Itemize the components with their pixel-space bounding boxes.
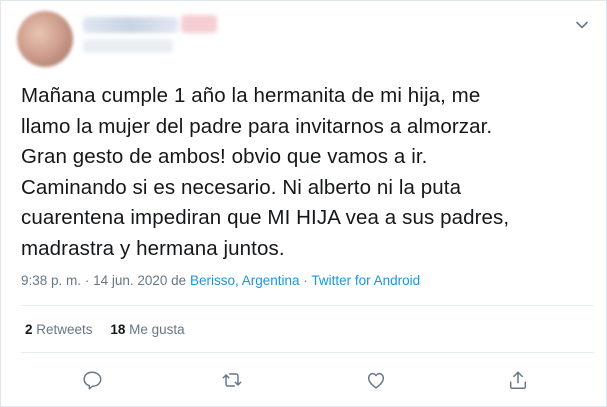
meta-separator: · [84, 273, 90, 288]
heart-icon[interactable] [365, 369, 389, 393]
tweet-text-line: llamo la mujer del padre para invitarnos… [21, 114, 493, 138]
tweet-stats: 2 Retweets 18 Me gusta [25, 322, 185, 337]
likes-count: 18 [110, 322, 126, 337]
location-link[interactable]: Berisso, Argentina [190, 273, 300, 288]
tweet-text-line: Gran gesto de ambos! obvio que vamos a i… [21, 145, 428, 168]
tweet-text-line: Mañana cumple 1 año la hermanita de mi h… [21, 84, 481, 107]
location-prefix: de [171, 273, 187, 288]
tweet-actions [1, 369, 607, 393]
divider [21, 352, 594, 353]
tweet-date[interactable]: 14 jun. 2020 [93, 273, 167, 288]
avatar[interactable] [17, 11, 73, 67]
retweets-stat[interactable]: 2 Retweets [25, 322, 96, 337]
chevron-down-icon[interactable] [574, 17, 590, 33]
tweet-text-line: cuarentena impediran que MI HIJA vea a s… [21, 206, 510, 229]
retweet-icon[interactable] [221, 369, 245, 393]
likes-label: Me gusta [129, 322, 185, 337]
source-link[interactable]: Twitter for Android [311, 273, 420, 288]
divider [21, 305, 594, 306]
tweet-time[interactable]: 9:38 p. m. [21, 273, 81, 288]
share-icon[interactable] [507, 369, 531, 393]
user-display-name-redacted[interactable] [83, 17, 178, 33]
reply-icon[interactable] [81, 369, 105, 393]
tweet-card: Mañana cumple 1 año la hermanita de mi h… [0, 0, 607, 407]
tweet-text-line: madrastra y hermana juntos. [21, 236, 285, 260]
meta-separator: · [303, 273, 308, 288]
tweet-text: Mañana cumple 1 año la hermanita de mi h… [21, 81, 591, 264]
user-handle-redacted[interactable] [83, 39, 173, 53]
retweets-count: 2 [25, 322, 33, 337]
tweet-text-line: Caminando si es necesario. Ni alberto ni… [21, 175, 462, 199]
user-display-name-redacted-extra [181, 15, 217, 33]
likes-stat[interactable]: 18 Me gusta [110, 322, 184, 337]
retweets-label: Retweets [36, 322, 93, 337]
tweet-metadata: 9:38 p. m. · 14 jun. 2020 de Berisso, Ar… [21, 273, 420, 288]
